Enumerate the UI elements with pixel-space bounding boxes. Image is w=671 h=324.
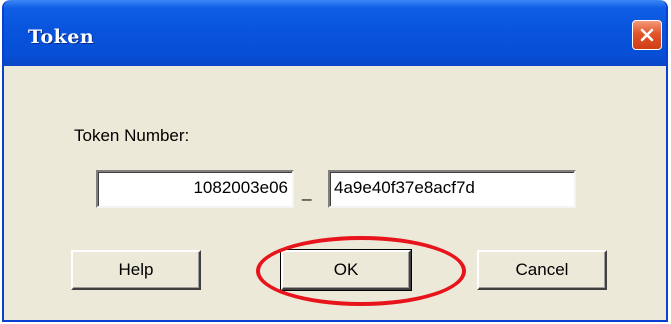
dialog-body: Token Number: 1082003e06 _ 4a9e40f37e8ac… bbox=[4, 66, 666, 320]
ok-button[interactable]: OK bbox=[281, 250, 411, 290]
dialog-title: Token bbox=[28, 26, 95, 48]
title-bar[interactable]: Token bbox=[4, 0, 666, 66]
help-button[interactable]: Help bbox=[71, 250, 201, 290]
ok-button-label: OK bbox=[333, 260, 359, 279]
help-button-label: Help bbox=[118, 260, 154, 279]
token-number-label: Token Number: bbox=[74, 126, 190, 145]
cancel-button[interactable]: Cancel bbox=[477, 250, 607, 290]
close-icon bbox=[639, 27, 655, 43]
token-part1-input[interactable]: 1082003e06 bbox=[96, 170, 294, 208]
token-part2-input[interactable]: 4a9e40f37e8acf7d bbox=[328, 170, 576, 208]
token-separator: _ bbox=[302, 182, 312, 201]
close-button[interactable] bbox=[632, 20, 662, 50]
cancel-button-label: Cancel bbox=[515, 260, 569, 279]
token-dialog: Token Token Number: 1082003e06 _ 4a9e40f… bbox=[2, 0, 668, 322]
